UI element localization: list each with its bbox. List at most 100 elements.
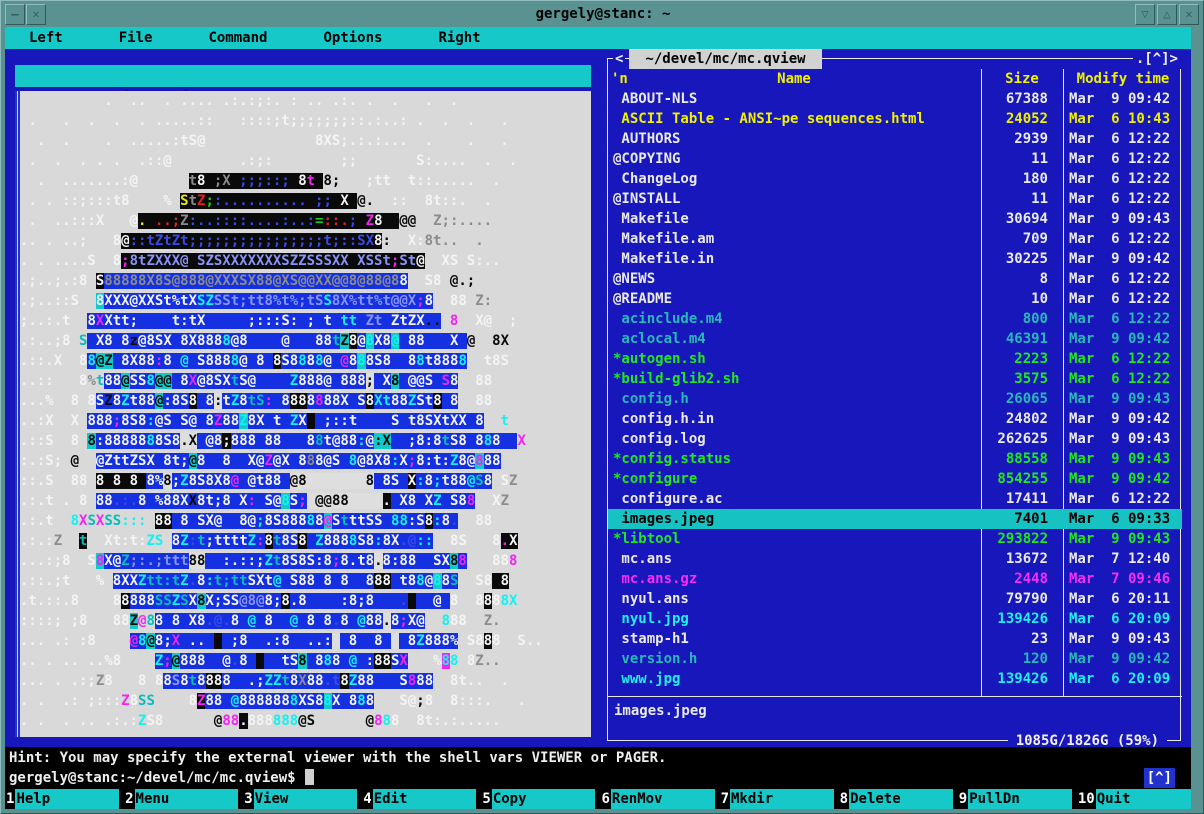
file-name: @COPYING <box>608 149 980 169</box>
file-row[interactable]: configure.ac17411Mar 6 12:22 <box>608 489 1182 509</box>
file-row[interactable]: config.log262625Mar 9 09:43 <box>608 429 1182 449</box>
file-mtime: Mar 9 09:42 <box>1062 329 1182 349</box>
fkey-copy[interactable]: 5Copy <box>481 789 595 809</box>
file-row[interactable]: Makefile.in30225Mar 9 09:42 <box>608 249 1182 269</box>
file-name: *libtool <box>608 529 980 549</box>
file-row[interactable]: ABOUT-NLS67388Mar 9 09:42 <box>608 89 1182 109</box>
art-row: .;..::S 8XXX@XXSt%tXSZSSt;tt8%t%;tSS8X%t… <box>20 291 591 311</box>
window-shade-up-button[interactable]: △ <box>1157 4 1177 25</box>
column-header-mtime: Modify time <box>1063 69 1183 89</box>
file-size: 180 <box>980 169 1062 189</box>
file-row[interactable]: config.h.in24802Mar 9 09:42 <box>608 409 1182 429</box>
window-titlebar[interactable]: – ✕ gergely@stanc: ~ ▽ △ ✕ <box>3 3 1203 27</box>
fkey-number: 6 <box>600 789 610 809</box>
file-row[interactable]: @README10Mar 6 12:22 <box>608 289 1182 309</box>
file-size: 7401 <box>980 509 1062 529</box>
fkey-quit[interactable]: 10Quit <box>1077 789 1191 809</box>
file-row[interactable]: Makefile.am709Mar 6 12:22 <box>608 229 1182 249</box>
fkey-renmov[interactable]: 6RenMov <box>600 789 714 809</box>
fkey-number: 3 <box>243 789 253 809</box>
fkey-number: 9 <box>958 789 968 809</box>
file-row[interactable]: *libtool293822Mar 9 09:43 <box>608 529 1182 549</box>
file-row[interactable]: mc.ans13672Mar 7 12:40 <box>608 549 1182 569</box>
file-size: 2448 <box>980 569 1062 589</box>
file-mtime: Mar 6 12:22 <box>1062 489 1182 509</box>
file-row-selected[interactable]: images.jpeg7401Mar 6 09:33 <box>608 509 1182 529</box>
file-mtime: Mar 6 12:22 <box>1062 369 1182 389</box>
window-close-button[interactable]: ✕ <box>1179 4 1199 25</box>
file-row[interactable]: ChangeLog180Mar 6 12:22 <box>608 169 1182 189</box>
file-row[interactable]: @COPYING11Mar 6 12:22 <box>608 149 1182 169</box>
menu-item-right[interactable]: Right <box>438 27 480 49</box>
file-row[interactable]: ASCII Table - ANSI~pe sequences.html2405… <box>608 109 1182 129</box>
file-name: aclocal.m4 <box>608 329 980 349</box>
right-panel-file-list: < ~/devel/mc/mc.qview .[^]> 'n Name Size… <box>601 49 1189 747</box>
fkey-label: Copy <box>492 789 596 809</box>
up-dir-badge[interactable]: [^] <box>1144 768 1175 788</box>
art-row: .::S 8 8:8888888S8.X @8;888 88 88t@88:@:… <box>20 431 591 451</box>
file-name: stamp-h1 <box>608 629 980 649</box>
fkey-view[interactable]: 3View <box>243 789 357 809</box>
file-row[interactable]: nyul.jpg139426Mar 6 20:09 <box>608 609 1182 629</box>
art-row: .;..;.:8 S88888X8S@888@XXXSX88@XS@@XX@@8… <box>20 271 591 291</box>
file-row[interactable]: *configure854255Mar 9 09:42 <box>608 469 1182 489</box>
file-name: @INSTALL <box>608 189 980 209</box>
file-name: Makefile <box>608 209 980 229</box>
file-row[interactable]: version.h120Mar 9 09:42 <box>608 649 1182 669</box>
art-row: . . .: ;:::Z8SS 8Z88 @8888888XS88X 888 S… <box>20 691 591 711</box>
file-row[interactable]: www.jpg139426Mar 6 20:09 <box>608 669 1182 689</box>
fkey-delete[interactable]: 8Delete <box>839 789 953 809</box>
art-row: ;..:.t 8XXtt; t:tX ;:::S: ; t tt Zt ZtZX… <box>20 311 591 331</box>
panel-path-title[interactable]: ~/devel/mc/mc.qview <box>629 49 822 69</box>
file-row[interactable]: *build-glib2.sh3575Mar 6 12:22 <box>608 369 1182 389</box>
file-row[interactable]: *autogen.sh2223Mar 6 12:22 <box>608 349 1182 369</box>
menu-item-options[interactable]: Options <box>323 27 382 49</box>
art-row: ...% 8 8SZ8Zt88@:8S8 8:tZ8tS: 8888888X S… <box>20 391 591 411</box>
panel-up-dir-icon[interactable]: .[^]> <box>1133 49 1181 69</box>
file-mtime: Mar 7 09:46 <box>1062 569 1182 589</box>
menu-item-left[interactable]: Left <box>29 27 63 49</box>
fkey-label: Delete <box>849 789 953 809</box>
file-name: ABOUT-NLS <box>608 89 980 109</box>
panel-history-back-icon[interactable]: < <box>613 49 625 69</box>
prompt-text: gergely@stanc:~/devel/mc/mc.qview$ <box>9 770 296 786</box>
fkey-label: Mkdir <box>730 789 834 809</box>
art-row: ...:;8 S8X@Z;:.;ttt88 :.::;Zt8S8S:8;8.t8… <box>20 551 591 571</box>
quickview-status-bar: /home/gerge~images.jpeg 13428/14080 95% <box>15 65 591 87</box>
fkey-number: 4 <box>362 789 372 809</box>
window-shade-down-button[interactable]: ▽ <box>1135 4 1155 25</box>
fkey-help[interactable]: 1Help <box>5 789 119 809</box>
art-row: ::.S 88 8 8 8 8%8;Z8S8X8@ @t88 @8 8 8S X… <box>20 471 591 491</box>
file-name: config.h.in <box>608 409 980 429</box>
file-mtime: Mar 9 09:42 <box>1062 409 1182 429</box>
art-row: ..:: 8%t88@SS8@@ 8X@8SXtS@ Z888@ 888; X8… <box>20 371 591 391</box>
art-row: . . ....S 8;8tZXXX@ SZSXXXXXXXSZZSSSXX X… <box>20 251 591 271</box>
file-row[interactable]: @NEWS8Mar 6 12:22 <box>608 269 1182 289</box>
file-name: configure.ac <box>608 489 980 509</box>
file-row[interactable]: nyul.ans79790Mar 6 20:11 <box>608 589 1182 609</box>
fkey-menu[interactable]: 2Menu <box>124 789 238 809</box>
fkey-label: View <box>254 789 358 809</box>
menu-item-command[interactable]: Command <box>208 27 267 49</box>
fkey-mkdir[interactable]: 7Mkdir <box>720 789 834 809</box>
fkey-edit[interactable]: 4Edit <box>362 789 476 809</box>
file-row[interactable]: Makefile30694Mar 9 09:43 <box>608 209 1182 229</box>
console-area: Hint: You may specify the external viewe… <box>5 747 1191 809</box>
file-mtime: Mar 6 12:22 <box>1062 129 1182 149</box>
file-mtime: Mar 9 09:43 <box>1062 529 1182 549</box>
file-row[interactable]: stamp-h123Mar 9 09:43 <box>608 629 1182 649</box>
file-mtime: Mar 9 09:43 <box>1062 629 1182 649</box>
file-row[interactable]: acinclude.m4800Mar 6 12:22 <box>608 309 1182 329</box>
file-row[interactable]: @INSTALL11Mar 6 12:22 <box>608 189 1182 209</box>
file-row[interactable]: *config.status88558Mar 9 09:43 <box>608 449 1182 469</box>
file-name: nyul.ans <box>608 589 980 609</box>
file-row[interactable]: mc.ans.gz2448Mar 7 09:46 <box>608 569 1182 589</box>
fkey-pulldn[interactable]: 9PullDn <box>958 789 1072 809</box>
file-mtime: Mar 6 20:09 <box>1062 669 1182 689</box>
file-row[interactable]: aclocal.m446391Mar 9 09:42 <box>608 329 1182 349</box>
file-row[interactable]: config.h26065Mar 9 09:43 <box>608 389 1182 409</box>
menu-item-file[interactable]: File <box>119 27 153 49</box>
file-mtime: Mar 6 12:22 <box>1062 269 1182 289</box>
shell-prompt[interactable]: gergely@stanc:~/devel/mc/mc.qview$ <box>9 768 314 788</box>
file-row[interactable]: AUTHORS2939Mar 6 12:22 <box>608 129 1182 149</box>
